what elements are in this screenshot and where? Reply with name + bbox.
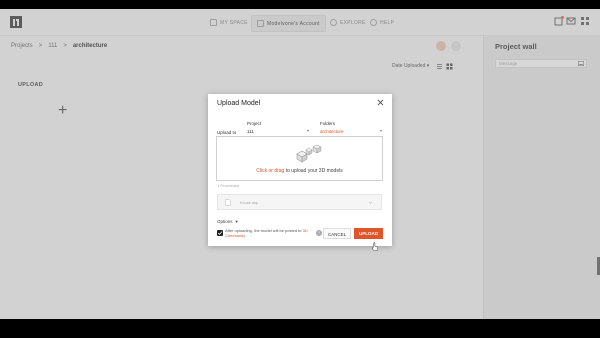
chevron-down-icon: ▾ xyxy=(235,219,238,224)
cancel-button[interactable]: CANCEL xyxy=(323,228,351,239)
drop-zone-text: Click or drag to upload your 3D models xyxy=(217,168,382,174)
file-name: house.skp xyxy=(240,200,259,205)
options-label: Options xyxy=(217,219,233,224)
dialog-title: Upload Model xyxy=(217,100,261,107)
upload-model-dialog: Upload Model Upload to Project 111 Folde… xyxy=(208,94,392,246)
file-list-item[interactable]: house.skp xyxy=(217,194,382,210)
upload-button[interactable]: UPLOAD xyxy=(354,228,383,239)
close-icon[interactable] xyxy=(376,98,385,107)
upload-cubes-icon xyxy=(296,144,322,163)
project-value: 111 xyxy=(247,129,254,134)
chevron-down-icon xyxy=(307,130,309,132)
folders-label: Folders xyxy=(320,121,336,126)
drop-zone-link[interactable]: Click or drag xyxy=(256,168,284,174)
post-to-community-text: After uploading, the model will be poste… xyxy=(225,228,315,238)
chevron-down-icon xyxy=(380,130,382,132)
processed-count-label: 1 Processed xyxy=(217,183,240,188)
options-toggle[interactable]: Options ▾ xyxy=(217,219,238,225)
folders-value: architecture xyxy=(320,129,344,134)
post-to-community-checkbox[interactable] xyxy=(217,230,223,236)
file-icon xyxy=(225,199,231,206)
upload-to-label: Upload to xyxy=(217,130,237,135)
info-icon[interactable]: ? xyxy=(316,230,322,236)
checkmark-icon xyxy=(217,231,223,235)
app-window: MY SPACE Modelvone's Account EXPLORE HEL… xyxy=(0,9,600,319)
file-drop-zone[interactable]: Click or drag to upload your 3D models xyxy=(216,136,383,181)
project-label: Project xyxy=(247,121,262,126)
cursor-icon xyxy=(372,242,378,251)
chevron-down-icon[interactable] xyxy=(368,200,373,205)
drop-zone-hint: to upload your 3D models xyxy=(284,168,343,174)
